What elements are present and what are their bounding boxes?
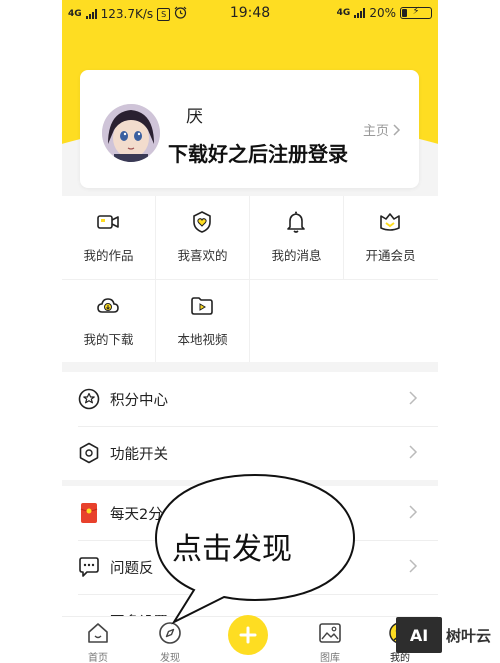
tab-gallery[interactable]: 图库	[300, 621, 360, 663]
video-camera-icon	[96, 210, 120, 234]
tab-label: 首页	[88, 653, 108, 663]
chevron-right-icon	[406, 389, 420, 407]
heart-badge-icon	[190, 210, 214, 234]
battery-percent: 20%	[369, 6, 396, 20]
cloud-download-icon	[96, 294, 120, 318]
chevron-right-icon	[406, 557, 420, 575]
grid-item-my-messages[interactable]: 我的消息	[250, 196, 343, 279]
feedback-icon	[78, 556, 100, 578]
chevron-right-icon	[393, 123, 401, 136]
chevron-right-icon	[406, 443, 420, 461]
hexagon-settings-icon	[78, 442, 100, 464]
grid-item-label: 本地视频	[177, 332, 228, 347]
grid-item-label: 我的下载	[83, 332, 134, 347]
tab-label: 图库	[320, 653, 340, 663]
feature-grid: 我的作品 我喜欢的 我的消息 开通会员 我的下载 本地视频	[62, 196, 438, 362]
avatar[interactable]	[102, 104, 160, 162]
tab-home[interactable]: 首页	[68, 621, 128, 663]
red-envelope-icon	[78, 502, 100, 524]
plus-icon	[239, 626, 257, 644]
grid-item-local-video[interactable]: 本地视频	[156, 280, 249, 363]
signal-icon-right	[354, 8, 366, 18]
network-type-right: 4G	[336, 8, 351, 18]
tab-label: 发现	[160, 653, 180, 663]
vip-crown-icon	[378, 210, 402, 234]
star-circle-icon	[78, 388, 100, 410]
grid-item-my-works[interactable]: 我的作品	[62, 196, 155, 279]
username: 厌	[186, 107, 203, 127]
folder-play-icon	[190, 294, 214, 318]
grid-item-label: 我喜欢的	[177, 248, 228, 263]
watermark-box: AI	[396, 617, 442, 653]
profile-card[interactable]: 厌 下载好之后注册登录 主页	[80, 70, 419, 188]
annotation-bubble-text: 点击发现	[172, 532, 292, 567]
list-item-label: 功能开关	[110, 447, 168, 463]
list-item-label: 问题反	[110, 561, 154, 577]
homepage-link[interactable]: 主页	[363, 120, 401, 139]
grid-item-vip[interactable]: 开通会员	[344, 196, 437, 279]
bell-icon	[284, 210, 308, 234]
homepage-label: 主页	[362, 124, 389, 139]
list-item-label: 积分中心	[110, 393, 168, 409]
watermark-logo: AI 树叶云	[396, 616, 498, 654]
grid-item-label: 我的消息	[271, 248, 322, 263]
battery-icon: ⚡	[400, 6, 432, 19]
status-bar: 4G 123.7K/s S 19:48 4G 20% ⚡	[62, 0, 438, 26]
grid-item-my-likes[interactable]: 我喜欢的	[156, 196, 249, 279]
chevron-right-icon	[406, 503, 420, 521]
overlay-caption: 下载好之后注册登录	[168, 142, 348, 166]
home-icon	[86, 621, 110, 645]
settings-list-1: 积分中心 功能开关	[62, 372, 438, 480]
grid-item-label: 开通会员	[365, 248, 416, 263]
grid-item-my-downloads[interactable]: 我的下载	[62, 280, 155, 363]
tab-discover[interactable]: 发现	[140, 621, 200, 663]
grid-item-label: 我的作品	[83, 248, 134, 263]
watermark-text: 树叶云	[446, 626, 492, 645]
list-item-points-center[interactable]: 积分中心	[62, 372, 438, 426]
